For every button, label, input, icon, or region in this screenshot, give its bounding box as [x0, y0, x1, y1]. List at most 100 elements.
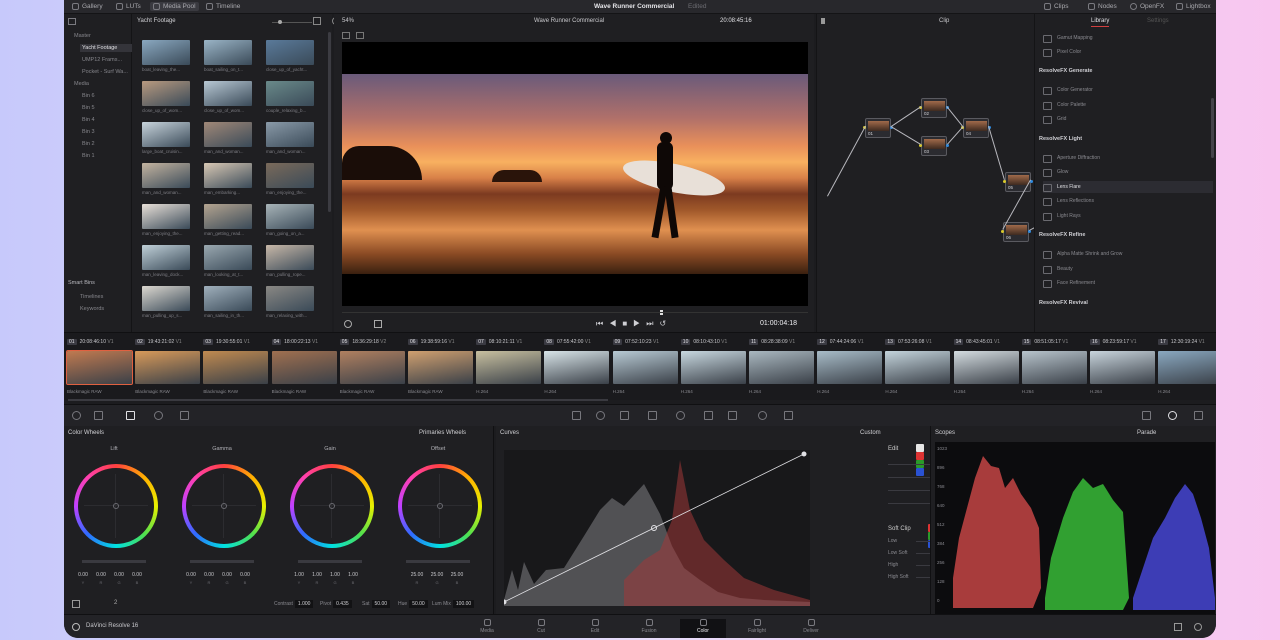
wheel-center[interactable] [329, 503, 335, 509]
media-thumbnail[interactable] [142, 122, 190, 147]
timeline-clip[interactable] [408, 351, 473, 384]
timeline-clip[interactable] [885, 351, 951, 384]
media-thumbnail[interactable] [204, 204, 252, 229]
wheel-value[interactable]: 0.00 [76, 572, 90, 578]
bin-item[interactable]: Master [72, 32, 93, 40]
viewer-mode-icon[interactable] [342, 32, 350, 39]
media-thumbnail[interactable] [204, 122, 252, 147]
adjust-control[interactable]: Sat 50.00 [362, 600, 391, 608]
timeline-clip[interactable] [817, 351, 883, 384]
fx-item[interactable]: Gamut Mapping [1043, 32, 1213, 44]
timeline-clip[interactable] [953, 351, 1019, 384]
wheel-value[interactable]: 25.00 [428, 572, 446, 578]
fx-item[interactable]: Light Rays [1043, 210, 1213, 222]
adjust-value[interactable]: 100.00 [452, 600, 475, 608]
media-thumbnail[interactable] [142, 286, 190, 311]
fx-item[interactable]: Alpha Matte Shrink and Grow [1043, 248, 1213, 260]
timeline-clip[interactable] [135, 351, 201, 384]
palette-tool-icon[interactable] [72, 411, 81, 420]
viewer-zoom[interactable]: 54% [342, 18, 354, 24]
wheel-value[interactable]: 0.00 [220, 572, 234, 578]
timeline-clip[interactable] [203, 351, 269, 384]
adjust-control[interactable]: Contrast 1.000 [274, 600, 314, 608]
timeline-clip[interactable] [1090, 351, 1155, 384]
palette-tool-icon[interactable] [758, 411, 767, 420]
wheel-center[interactable] [437, 503, 443, 509]
bin-item[interactable]: Bin 5 [80, 104, 97, 112]
wheel-value[interactable]: 0.00 [112, 572, 126, 578]
wheel-value[interactable]: 0.00 [202, 572, 216, 578]
thumb-size-knob[interactable] [278, 20, 282, 24]
page-tab-color[interactable]: Color [680, 619, 726, 638]
adjust-control[interactable]: Hue 50.00 [398, 600, 428, 608]
master-wheel[interactable] [82, 560, 146, 563]
node-input[interactable] [1001, 230, 1004, 233]
color-node[interactable]: 03 [921, 136, 947, 156]
viewer-frame[interactable] [342, 42, 808, 306]
page-tab-fairlight[interactable]: Fairlight [734, 619, 780, 634]
media-thumbnail[interactable] [266, 122, 314, 147]
wheel-value[interactable]: 25.00 [408, 572, 426, 578]
tab-media-pool[interactable]: Media Pool [150, 2, 199, 12]
adjust-value[interactable]: 50.00 [371, 600, 391, 608]
bin-item[interactable]: Bin 1 [80, 152, 97, 160]
tab-timeline[interactable]: Timeline [206, 3, 240, 10]
curve-point[interactable] [801, 451, 807, 457]
grid-view-icon[interactable] [313, 17, 321, 25]
palette-tool-icon[interactable] [1142, 411, 1151, 420]
media-thumbnail[interactable] [204, 81, 252, 106]
wheel-center[interactable] [221, 503, 227, 509]
palette-tool-icon[interactable] [572, 411, 581, 420]
pen-icon[interactable] [344, 320, 352, 328]
timeline-clip[interactable] [544, 351, 610, 384]
curve-channel-button[interactable] [916, 468, 924, 476]
palette-tool-icon[interactable] [154, 411, 163, 420]
media-thumbnail[interactable] [142, 163, 190, 188]
adjust-value[interactable]: 0.435 [333, 600, 352, 608]
color-node[interactable]: 04 [963, 118, 989, 138]
media-thumbnail[interactable] [204, 163, 252, 188]
color-wheel[interactable] [182, 464, 266, 548]
tab-settings[interactable]: Settings [1147, 18, 1169, 24]
smart-bin-timelines[interactable]: Timelines [80, 294, 103, 300]
palette-tool-icon[interactable] [648, 411, 657, 420]
viewer-layout-icon[interactable] [356, 32, 364, 39]
timeline-scrollbar[interactable] [68, 399, 608, 401]
media-thumbnail[interactable] [142, 81, 190, 106]
wheel-center[interactable] [113, 503, 119, 509]
page-tab-media[interactable]: Media [464, 619, 510, 634]
timeline-clip[interactable] [680, 351, 746, 384]
fx-item[interactable]: Color Palette [1043, 99, 1213, 111]
curves-graph[interactable] [504, 450, 810, 606]
palette-tool-icon[interactable] [1168, 411, 1177, 420]
palette-tool-icon[interactable] [126, 411, 135, 420]
bin-item[interactable]: Pocket - Surf Wa... [80, 68, 130, 76]
library-scrollbar[interactable] [1211, 98, 1214, 158]
wheel-value[interactable]: 1.00 [292, 572, 306, 578]
tab-lightbox[interactable]: Lightbox [1176, 3, 1211, 10]
wheel-value[interactable]: 1.00 [346, 572, 360, 578]
fx-item[interactable]: Pixel Color [1043, 46, 1213, 58]
palette-tool-icon[interactable] [704, 411, 713, 420]
page-tab-deliver[interactable]: Deliver [788, 619, 834, 634]
page-tab-fusion[interactable]: Fusion [626, 619, 672, 634]
transport-controls[interactable]: ⏮◀■▶⏭↺ [596, 319, 672, 329]
curve-channel-button[interactable] [916, 452, 924, 460]
fx-item[interactable]: Glow [1043, 166, 1213, 178]
master-wheel[interactable] [406, 560, 470, 563]
media-thumbnail[interactable] [266, 204, 314, 229]
wheels-mode[interactable]: Primaries Wheels [419, 430, 466, 436]
color-wheel[interactable] [74, 464, 158, 548]
viewer-scrubber[interactable] [342, 312, 808, 313]
adjust-control[interactable]: Lum Mix 100.00 [432, 600, 475, 608]
timeline-clip[interactable] [749, 351, 814, 384]
timeline-clip[interactable] [1021, 351, 1087, 384]
media-thumbnail[interactable] [142, 204, 190, 229]
wheel-value[interactable]: 0.00 [94, 572, 108, 578]
wheel-value[interactable]: 0.00 [238, 572, 252, 578]
bin-item[interactable]: Bin 3 [80, 128, 97, 136]
fx-item[interactable]: Face Refinement [1043, 277, 1213, 289]
page-tab-edit[interactable]: Edit [572, 619, 618, 634]
adjust-control[interactable]: Pivot 0.435 [320, 600, 352, 608]
fx-item[interactable]: Beauty [1043, 263, 1213, 275]
